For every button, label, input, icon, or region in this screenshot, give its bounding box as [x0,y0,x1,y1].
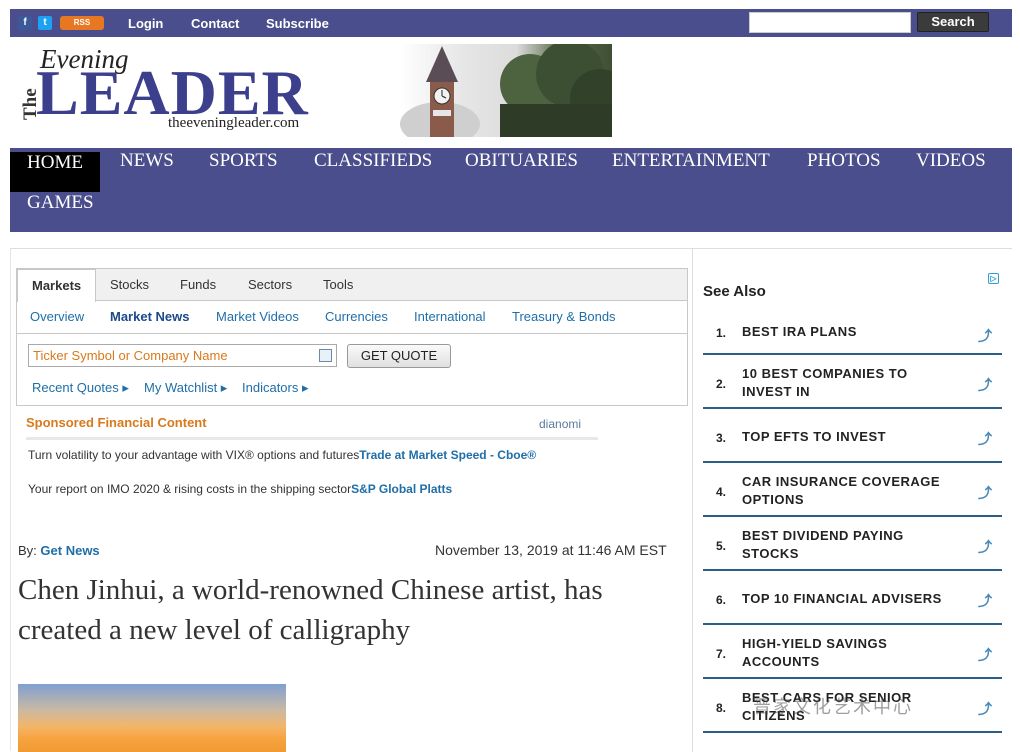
markets-widget: Markets Stocks Funds Sectors Tools Overv… [16,268,688,406]
trending-icon: ⤴ [978,648,992,664]
item-number: 4. [716,485,727,499]
item-number: 2. [716,377,727,391]
my-watchlist-link[interactable]: My Watchlist ▸ [144,380,227,396]
clock-tower-photo [400,44,612,137]
trending-icon: ⤴ [978,378,992,394]
search-button[interactable]: Search [917,12,989,32]
get-quote-button[interactable]: GET QUOTE [347,344,451,368]
sponsored-link[interactable]: Trade at Market Speed - Cboe® [359,448,536,462]
see-also-item[interactable]: 6. TOP 10 FINANCIAL ADVISERS ⤴ [703,573,1002,625]
rss-icon[interactable]: RSS [60,16,104,30]
subscribe-link[interactable]: Subscribe [266,16,329,31]
trending-icon: ⤴ [978,432,992,448]
see-also-item[interactable]: 3. TOP EFTS TO INVEST ⤴ [703,411,1002,463]
article-image[interactable] [18,684,286,752]
nav-classifieds[interactable]: CLASSIFIEDS [297,150,449,190]
twitter-icon[interactable]: t [38,16,52,30]
item-number: 5. [716,539,727,553]
dianomi-logo[interactable]: dianomi [539,417,581,431]
chart-icon[interactable] [319,349,332,362]
sponsored-text: Turn volatility to your advantage with V… [28,448,360,462]
ticker-placeholder: Ticker Symbol or Company Name [33,348,228,363]
facebook-icon[interactable]: f [18,16,32,30]
column-divider [692,249,693,752]
see-also-item[interactable]: 2. 10 BEST COMPANIES TO INVEST IN ⤴ [703,357,1002,409]
item-label: BEST IRA PLANS [742,324,857,339]
item-label: CAR INSURANCE COVERAGE OPTIONS [742,474,941,507]
subnav-overview[interactable]: Overview [30,309,84,324]
author-link[interactable]: Get News [40,543,99,558]
sponsored-item[interactable]: Turn volatility to your advantage with V… [28,448,536,462]
article-headline: Chen Jinhui, a world-renowned Chinese ar… [18,574,603,646]
item-number: 8. [716,701,727,715]
item-number: 7. [716,647,727,661]
nav-news[interactable]: NEWS [103,150,191,190]
sponsored-link[interactable]: S&P Global Platts [351,482,452,496]
item-label: BEST DIVIDEND PAYING STOCKS [742,528,904,561]
subnav-international[interactable]: International [414,309,486,324]
trending-icon: ⤴ [978,329,992,345]
subnav-market-videos[interactable]: Market Videos [216,309,299,324]
item-number: 6. [716,593,727,607]
item-label: TOP 10 FINANCIAL ADVISERS [742,591,942,606]
subnav-market-news[interactable]: Market News [110,309,189,324]
trending-icon: ⤴ [978,540,992,556]
see-also-item[interactable]: 7. HIGH-YIELD SAVINGS ACCOUNTS ⤴ [703,627,1002,679]
item-label: HIGH-YIELD SAVINGS ACCOUNTS [742,636,888,669]
sponsored-item[interactable]: Your report on IMO 2020 & rising costs i… [28,482,452,496]
login-link[interactable]: Login [128,16,163,31]
by-label: By: [18,543,37,558]
sponsored-text: Your report on IMO 2020 & rising costs i… [28,482,352,496]
nav-photos[interactable]: PHOTOS [790,150,898,190]
byline: By: Get News [18,543,100,558]
nav-sports[interactable]: SPORTS [192,150,295,190]
site-logo[interactable]: The Evening LEADER theeveningleader.com [20,42,612,137]
sponsored-divider [26,437,598,440]
trending-icon: ⤴ [978,594,992,610]
sponsored-title: Sponsored Financial Content [26,415,207,430]
logo-url: theeveningleader.com [168,115,300,131]
see-also-title: See Also [703,283,766,300]
see-also-item[interactable]: 5. BEST DIVIDEND PAYING STOCKS ⤴ [703,519,1002,571]
item-label: TOP EFTS TO INVEST [742,429,887,444]
article-date: November 13, 2019 at 11:46 AM EST [435,542,667,558]
top-utility-bar: f t RSS Login Contact Subscribe Search [10,9,1012,37]
adchoices-icon[interactable]: ▷ [988,273,999,284]
see-also-item[interactable]: 1. BEST IRA PLANS ⤴ [703,315,1002,355]
trending-icon: ⤴ [978,486,992,502]
markets-tabs: Markets Stocks Funds Sectors Tools [17,269,687,302]
search-input[interactable] [749,12,911,33]
nav-entertainment[interactable]: ENTERTAINMENT [595,150,787,190]
ticker-search-input[interactable]: Ticker Symbol or Company Name [28,344,337,367]
item-number: 1. [716,326,727,340]
nav-obituaries[interactable]: OBITUARIES [448,150,595,190]
nav-videos[interactable]: VIDEOS [899,150,1003,190]
recent-quotes-link[interactable]: Recent Quotes ▸ [32,380,129,396]
tab-stocks[interactable]: Stocks [110,277,149,292]
content-area: Markets Stocks Funds Sectors Tools Overv… [10,248,1012,752]
tab-tools[interactable]: Tools [323,277,353,292]
subnav-treasury-bonds[interactable]: Treasury & Bonds [512,309,616,324]
tab-funds[interactable]: Funds [180,277,216,292]
trending-icon: ⤴ [978,702,992,718]
main-navigation: HOME NEWS SPORTS CLASSIFIEDS OBITUARIES … [10,148,1012,232]
tab-sectors[interactable]: Sectors [248,277,292,292]
indicators-link[interactable]: Indicators ▸ [242,380,309,396]
see-also-item[interactable]: 4. CAR INSURANCE COVERAGE OPTIONS ⤴ [703,465,1002,517]
nav-home[interactable]: HOME [10,152,100,192]
widget-divider [17,333,687,334]
contact-link[interactable]: Contact [191,16,239,31]
item-label: 10 BEST COMPANIES TO INVEST IN [742,366,908,399]
item-number: 3. [716,431,727,445]
subnav-currencies[interactable]: Currencies [325,309,388,324]
wechat-watermark: 晋家文化艺术中心 [753,697,913,718]
nav-games[interactable]: GAMES [10,192,111,232]
tab-markets[interactable]: Markets [17,269,97,302]
